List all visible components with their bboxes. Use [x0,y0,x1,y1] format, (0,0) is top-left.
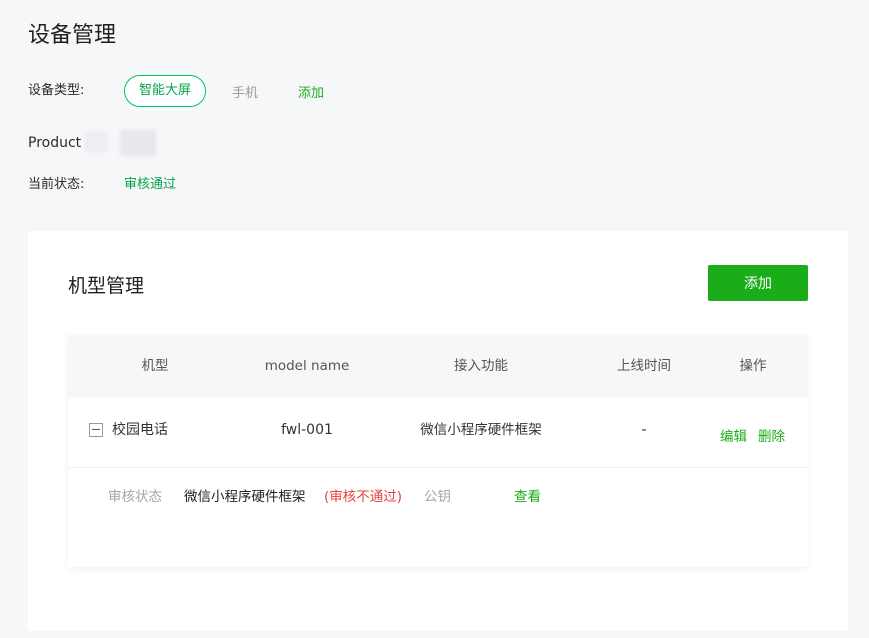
view-public-key-link[interactable]: 查看 [514,488,541,506]
model-management-card: 机型管理 添加 机型 model name 接入功能 上线时间 操作 校园电话 … [28,231,848,631]
cell-model: 校园电话 [112,422,168,438]
current-status-label: 当前状态: [28,177,85,192]
cell-feature: 微信小程序硬件框架 [420,422,542,438]
delete-link[interactable]: 删除 [758,428,785,446]
redaction-mask [84,131,108,153]
cell-online-time: - [641,422,647,438]
add-model-button[interactable]: 添加 [708,265,808,301]
detail-feature: 微信小程序硬件框架 [184,489,306,505]
device-type-label: 设备类型: [28,83,85,98]
model-table: 机型 model name 接入功能 上线时间 操作 校园电话 fwl-001 … [68,335,808,567]
device-type-group: 智能大屏 手机 添加 [124,75,324,107]
device-type-option-smart-screen[interactable]: 智能大屏 [124,75,207,107]
device-type-option-phone[interactable]: 手机 [232,82,258,101]
column-header-model-name: model name [264,358,350,374]
add-device-type-link[interactable]: 添加 [298,82,324,101]
cell-model-name: fwl-001 [281,422,333,438]
model-management-title: 机型管理 [68,275,145,297]
collapse-row-icon[interactable] [89,423,103,437]
edit-link[interactable]: 编辑 [720,428,747,446]
column-header-feature: 接入功能 [454,358,508,374]
table-header: 机型 model name 接入功能 上线时间 操作 [68,335,808,398]
redaction-mask [120,130,156,156]
column-header-actions: 操作 [739,358,767,374]
page-title: 设备管理 [28,23,117,48]
column-header-online-time: 上线时间 [617,358,671,374]
column-header-model: 机型 [141,358,169,374]
table-row: 校园电话 fwl-001 微信小程序硬件框架 - 编辑 删除 [68,398,808,468]
detail-review-status-label: 审核状态 [108,489,162,505]
detail-review-failed-status: (审核不通过) [324,489,403,505]
device-management-page: 设备管理 设备类型: 智能大屏 手机 添加 Product ID 当前状态: 审… [0,0,869,638]
current-status-value: 审核通过 [124,177,177,192]
detail-public-key-label: 公钥 [424,489,451,505]
row-detail: 审核状态 微信小程序硬件框架 (审核不通过) 公钥 查看 [68,468,808,567]
